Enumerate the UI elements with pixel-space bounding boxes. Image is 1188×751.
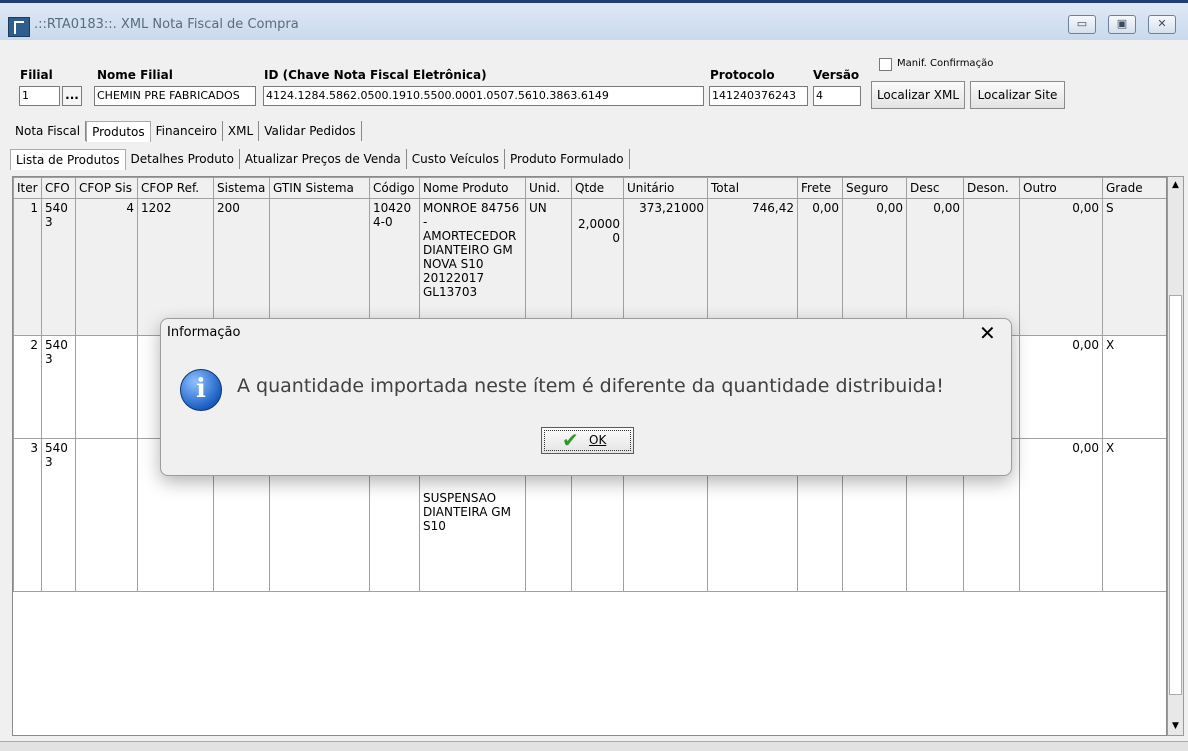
tab-produto-formulado[interactable]: Produto Formulado: [505, 149, 630, 169]
nome-filial-input[interactable]: CHEMIN PRE FABRICADOS: [94, 86, 256, 106]
scroll-up-arrow-icon[interactable]: ▲: [1168, 177, 1183, 194]
tab-produtos[interactable]: Produtos: [86, 121, 151, 142]
cell-cfo: 5403: [41, 438, 76, 592]
filial-label: Filial: [20, 68, 53, 82]
dialog-close-button[interactable]: ✕: [979, 321, 996, 345]
tab-financeiro[interactable]: Financeiro: [151, 121, 223, 141]
cell-cfop-sis: 4: [75, 198, 138, 336]
cell-iter: 2: [13, 335, 42, 439]
col-header-unid[interactable]: Unid.: [525, 177, 572, 199]
col-header-cfo[interactable]: CFO: [41, 177, 76, 199]
cell-cfop-ref: 1202: [137, 198, 214, 336]
cell-iter: 1: [13, 198, 42, 336]
table-header-row: Iter CFO CFOP Sis CFOP Ref. Sistema GTIN…: [13, 177, 1166, 199]
cell-grade: S: [1102, 198, 1166, 336]
cell-nome-produto: MONROE 84756 - AMORTECEDOR DIANTEIRO GM …: [419, 198, 526, 336]
cell-desc: 0,00: [906, 198, 964, 336]
col-header-nome-produto[interactable]: Nome Produto: [419, 177, 526, 199]
manif-confirmacao-label: Manif. Confirmação: [897, 58, 994, 69]
id-chave-label: ID (Chave Nota Fiscal Eletrônica): [264, 68, 487, 82]
table-row[interactable]: 1 5403 4 1202 200 104204-0 MONROE 84756 …: [13, 198, 1166, 336]
col-header-grade[interactable]: Grade: [1102, 177, 1166, 199]
cell-outro: 0,00: [1019, 438, 1103, 592]
cell-cfo: 5403: [41, 198, 76, 336]
cell-sistema: 200: [213, 198, 270, 336]
sub-tabs: Lista de Produtos Detalhes Produto Atual…: [10, 149, 630, 170]
cell-grade: X: [1102, 438, 1166, 592]
tab-atualizar-precos[interactable]: Atualizar Preços de Venda: [240, 149, 407, 169]
col-header-codigo[interactable]: Código: [369, 177, 420, 199]
cell-seguro: 0,00: [842, 198, 907, 336]
ok-button-label: OK: [589, 433, 607, 447]
versao-label: Versão: [813, 68, 860, 82]
protocolo-label: Protocolo: [710, 68, 775, 82]
tab-nota-fiscal[interactable]: Nota Fiscal: [10, 121, 87, 141]
main-tabs: Nota Fiscal Produtos Financeiro XML Vali…: [10, 121, 362, 142]
cell-frete: 0,00: [797, 198, 843, 336]
cell-deson: [963, 198, 1020, 336]
cell-cfop-sis: [75, 438, 138, 592]
versao-input[interactable]: 4: [813, 86, 861, 106]
col-header-total[interactable]: Total: [707, 177, 798, 199]
col-header-frete[interactable]: Frete: [797, 177, 843, 199]
cell-total: 746,42: [707, 198, 798, 336]
minimize-button[interactable]: ▭: [1068, 15, 1096, 34]
protocolo-input[interactable]: 141240376243: [709, 86, 808, 106]
window-titlebar: .::RTA0183::. XML Nota Fiscal de Compra …: [0, 0, 1188, 40]
filial-input[interactable]: 1: [19, 86, 60, 106]
scroll-down-arrow-icon[interactable]: ▼: [1168, 718, 1183, 735]
tab-custo-veiculos[interactable]: Custo Veículos: [407, 149, 506, 169]
manif-confirmacao-checkbox[interactable]: [879, 58, 892, 71]
col-header-unitario[interactable]: Unitário: [623, 177, 708, 199]
col-header-iter[interactable]: Iter: [13, 177, 42, 199]
maximize-button[interactable]: ▣: [1108, 15, 1136, 34]
col-header-desc[interactable]: Desc: [906, 177, 964, 199]
scroll-thumb[interactable]: [1169, 295, 1182, 695]
grid-vertical-scrollbar[interactable]: ▲ ▼: [1167, 176, 1184, 736]
checkmark-icon: ✔: [562, 428, 579, 452]
localizar-xml-button[interactable]: Localizar XML: [871, 81, 965, 109]
cell-cfo: 5403: [41, 335, 76, 439]
cell-unid: UN: [525, 198, 572, 336]
dialog-message: A quantidade importada neste ítem é dife…: [237, 375, 944, 397]
cell-cfop-sis: [75, 335, 138, 439]
col-header-cfop-ref[interactable]: CFOP Ref.: [137, 177, 214, 199]
cell-outro: 0,00: [1019, 198, 1103, 336]
col-header-qtde[interactable]: Qtde: [571, 177, 624, 199]
app-icon: [8, 17, 30, 37]
dialog-title: Informação: [167, 325, 241, 340]
tab-validar-pedidos[interactable]: Validar Pedidos: [259, 121, 362, 141]
tab-lista-produtos[interactable]: Lista de Produtos: [10, 149, 126, 170]
col-header-gtin[interactable]: GTIN Sistema: [269, 177, 370, 199]
window-title: .::RTA0183::. XML Nota Fiscal de Compra: [34, 17, 299, 32]
close-window-button[interactable]: ✕: [1148, 15, 1176, 34]
col-header-cfop-sis[interactable]: CFOP Sis: [75, 177, 138, 199]
col-header-seguro[interactable]: Seguro: [842, 177, 907, 199]
col-header-outro[interactable]: Outro: [1019, 177, 1103, 199]
information-dialog: Informação ✕ i A quantidade importada ne…: [160, 318, 1012, 476]
info-icon: i: [180, 369, 222, 411]
cell-gtin: [269, 198, 370, 336]
nome-filial-label: Nome Filial: [97, 68, 173, 82]
tab-detalhes-produto[interactable]: Detalhes Produto: [126, 149, 240, 169]
cell-codigo: 104204-0: [369, 198, 420, 336]
cell-unitario: 373,21000: [623, 198, 708, 336]
col-header-deson[interactable]: Deson.: [963, 177, 1020, 199]
cell-outro: 0,00: [1019, 335, 1103, 439]
cell-qtde: 2,00000: [571, 198, 624, 336]
filial-lookup-button[interactable]: ...: [62, 86, 82, 106]
tab-xml[interactable]: XML: [223, 121, 260, 141]
localizar-site-button[interactable]: Localizar Site: [970, 81, 1065, 109]
ok-button[interactable]: ✔ OK: [541, 427, 634, 454]
id-chave-input[interactable]: 4124.1284.5862.0500.1910.5500.0001.0507.…: [263, 86, 704, 106]
cell-iter: 3: [13, 438, 42, 592]
cell-grade: X: [1102, 335, 1166, 439]
col-header-sistema[interactable]: Sistema: [213, 177, 270, 199]
